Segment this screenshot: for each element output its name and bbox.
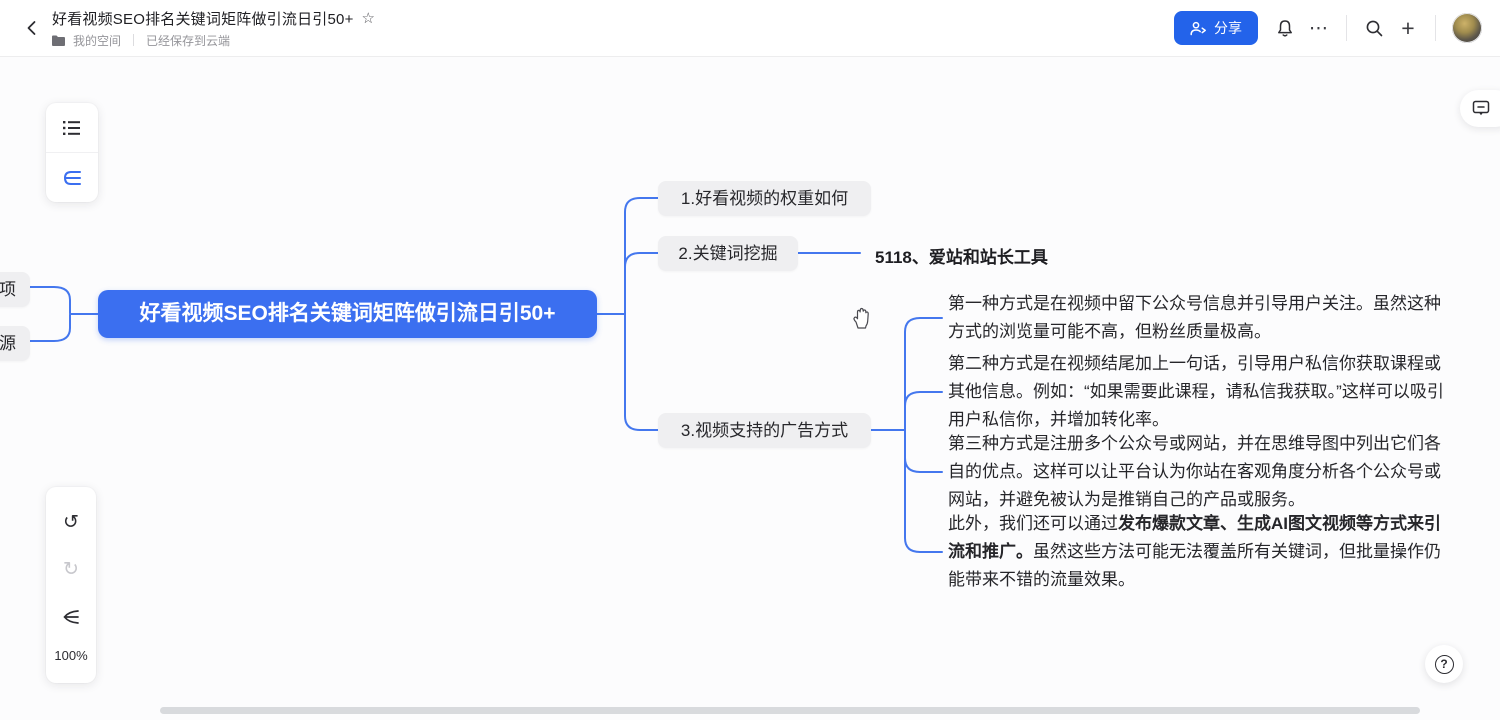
mindmap-node-partial-2[interactable]: 来源: [0, 326, 30, 361]
folder-icon: [52, 35, 65, 46]
share-button[interactable]: 分享: [1174, 11, 1258, 45]
top-bar: 好看视频SEO排名关键词矩阵做引流日引50+ ☆ 我的空间 已经保存到云端 分享…: [0, 0, 1500, 57]
plus-icon: +: [1401, 17, 1414, 40]
mindmap-node-branch-2[interactable]: 2.关键词挖掘: [658, 236, 798, 271]
outline-list-icon: [62, 119, 82, 137]
comment-icon: [1472, 100, 1490, 117]
document-info: 好看视频SEO排名关键词矩阵做引流日引50+ ☆ 我的空间 已经保存到云端: [52, 8, 375, 49]
mindmap-structure-icon: [62, 169, 82, 187]
mindmap-node-branch-3[interactable]: 3.视频支持的广告方式: [658, 413, 871, 448]
outline-view-button[interactable]: [46, 103, 98, 152]
mindmap-view-button[interactable]: [46, 152, 98, 202]
document-title: 好看视频SEO排名关键词矩阵做引流日引50+: [52, 8, 354, 29]
mindmap-leaf-ad-method-1[interactable]: 第一种方式是在视频中留下公众号信息并引导用户关注。虽然这种方式的浏览量可能不高，…: [948, 290, 1453, 346]
chevron-left-icon: [23, 19, 41, 37]
search-button[interactable]: [1357, 11, 1391, 45]
mindmap-leaf-ad-method-4[interactable]: 此外，我们还可以通过发布爆款文章、生成AI图文视频等方式来引流和推广。虽然这些方…: [948, 510, 1453, 594]
question-mark-icon: ?: [1435, 655, 1454, 674]
redo-button[interactable]: ↻: [55, 554, 87, 586]
search-icon: [1365, 19, 1384, 38]
mindmap-leaf-ad-method-3[interactable]: 第三种方式是注册多个公众号或网站，并在思维导图中列出它们各自的优点。这样可以让平…: [948, 430, 1453, 514]
new-document-button[interactable]: +: [1391, 11, 1425, 45]
user-avatar[interactable]: [1452, 13, 1482, 43]
save-status: 已经保存到云端: [146, 32, 230, 49]
canvas-controls: ↺ ↻ 100%: [46, 487, 96, 683]
mindmap-node-partial-1[interactable]: 事项: [0, 272, 30, 307]
favorite-star-icon[interactable]: ☆: [362, 9, 375, 27]
ellipsis-icon: ⋯: [1309, 17, 1329, 40]
mindmap-root-node[interactable]: 好看视频SEO排名关键词矩阵做引流日引50+: [98, 290, 597, 338]
divider: [1435, 15, 1436, 41]
mindmap-node-branch-1[interactable]: 1.好看视频的权重如何: [658, 181, 871, 216]
undo-button[interactable]: ↺: [55, 507, 87, 539]
share-button-label: 分享: [1214, 18, 1242, 38]
more-options-button[interactable]: ⋯: [1302, 11, 1336, 45]
workspace-breadcrumb[interactable]: 我的空间: [73, 32, 121, 49]
collapse-branches-icon: [61, 608, 81, 626]
header-actions: 分享 ⋯ +: [1174, 11, 1482, 45]
divider: [133, 34, 134, 46]
horizontal-scrollbar[interactable]: [160, 707, 1420, 714]
bell-icon: [1276, 19, 1294, 38]
divider: [1346, 15, 1347, 41]
comments-button[interactable]: [1460, 90, 1500, 127]
back-button[interactable]: [14, 10, 50, 46]
help-button[interactable]: ?: [1425, 645, 1463, 683]
share-people-icon: [1190, 21, 1207, 36]
collapse-branches-button[interactable]: [55, 601, 87, 633]
redo-icon: ↻: [63, 558, 79, 581]
notifications-button[interactable]: [1268, 11, 1302, 45]
undo-icon: ↺: [63, 511, 79, 534]
mindmap-leaf-keyword-tools[interactable]: 5118、爱站和站长工具: [875, 243, 1048, 268]
left-toolbar: [46, 103, 98, 202]
mindmap-leaf-ad-method-2[interactable]: 第二种方式是在视频结尾加上一句话，引导用户私信你获取课程或其他信息。例如：“如果…: [948, 350, 1453, 434]
leaf-text-normal: 此外，我们还可以通过: [948, 514, 1118, 533]
zoom-level[interactable]: 100%: [54, 648, 87, 663]
